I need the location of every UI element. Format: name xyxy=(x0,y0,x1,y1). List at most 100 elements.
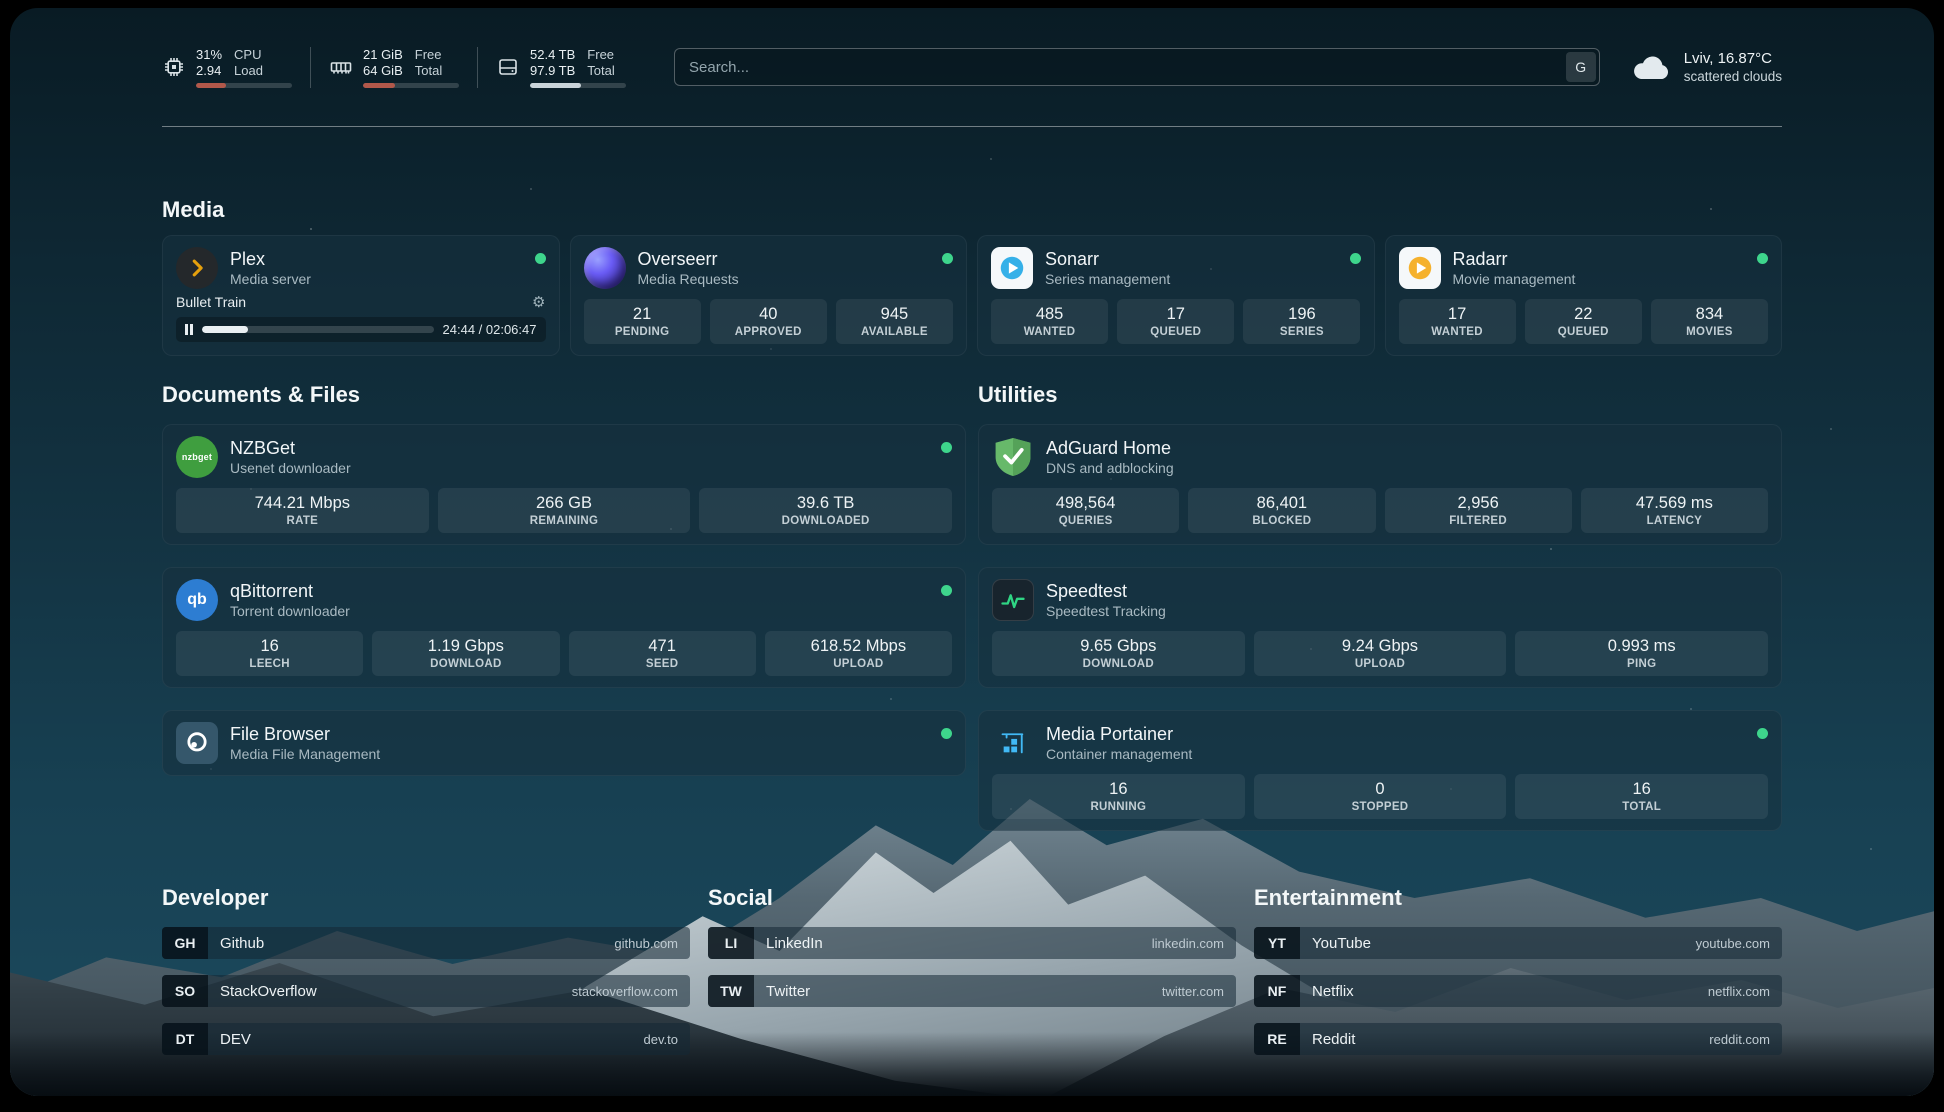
bookmark-domain: linkedin.com xyxy=(1152,936,1236,951)
status-dot-online xyxy=(941,442,952,453)
stat-approved: 40 APPROVED xyxy=(710,299,827,344)
adguard-card[interactable]: AdGuard Home DNS and adblocking 498,564 … xyxy=(978,424,1782,545)
service-subtitle: Movie management xyxy=(1453,270,1576,288)
portainer-icon xyxy=(992,722,1034,764)
search-provider-button[interactable]: G xyxy=(1566,52,1596,82)
bookmark-youtube[interactable]: YT YouTube youtube.com xyxy=(1254,927,1782,959)
nzbget-card[interactable]: nzbget NZBGet Usenet downloader 744.21 M… xyxy=(162,424,966,545)
status-dot-online xyxy=(941,728,952,739)
stat-total: 16 TOTAL xyxy=(1515,774,1768,819)
radarr-card[interactable]: Radarr Movie management 17 WANTED 22 QUE… xyxy=(1385,235,1783,356)
bookmark-netflix[interactable]: NF Netflix netflix.com xyxy=(1254,975,1782,1007)
section-title-entertainment: Entertainment xyxy=(1254,885,1782,911)
bookmark-linkedin[interactable]: LI LinkedIn linkedin.com xyxy=(708,927,1236,959)
service-name: File Browser xyxy=(230,723,380,745)
stat-stopped: 0 STOPPED xyxy=(1254,774,1507,819)
stat-value: 16 xyxy=(1109,780,1127,799)
service-name: Media Portainer xyxy=(1046,723,1192,745)
service-name: qBittorrent xyxy=(230,580,350,602)
plex-card[interactable]: Plex Media server Bullet Train ⚙ 24:44 /… xyxy=(162,235,560,356)
disk-total: 97.9 TB xyxy=(530,63,575,79)
bookmark-abbr: LI xyxy=(708,927,754,959)
gear-icon[interactable]: ⚙ xyxy=(532,295,545,310)
bookmark-stackoverflow[interactable]: SO StackOverflow stackoverflow.com xyxy=(162,975,690,1007)
bookmarks-entertainment: Entertainment YT YouTube youtube.com NF … xyxy=(1254,885,1782,1055)
stat-value: 86,401 xyxy=(1257,494,1307,513)
top-bar: 31% 2.94 CPU Load xyxy=(162,8,1782,126)
header-divider xyxy=(162,126,1782,127)
nzbget-icon: nzbget xyxy=(176,436,218,478)
section-title-social: Social xyxy=(708,885,1236,911)
stat-rate: 744.21 Mbps RATE xyxy=(176,488,429,533)
bookmark-dev[interactable]: DT DEV dev.to xyxy=(162,1023,690,1055)
bookmark-abbr: YT xyxy=(1254,927,1300,959)
bookmark-domain: youtube.com xyxy=(1696,936,1782,951)
filebrowser-card[interactable]: File Browser Media File Management xyxy=(162,710,966,776)
stat-leech: 16 LEECH xyxy=(176,631,363,676)
bookmark-twitter[interactable]: TW Twitter twitter.com xyxy=(708,975,1236,1007)
stat-queued: 22 QUEUED xyxy=(1525,299,1642,344)
stat-value: 0.993 ms xyxy=(1608,637,1676,656)
search-bar: G xyxy=(674,48,1600,86)
stat-value: 618.52 Mbps xyxy=(811,637,906,656)
stat-label: SERIES xyxy=(1280,326,1324,338)
stat-value: 21 xyxy=(633,305,651,324)
speedtest-card[interactable]: Speedtest Speedtest Tracking 9.65 Gbps D… xyxy=(978,567,1782,688)
stat-label: RUNNING xyxy=(1090,801,1146,813)
bookmark-name: DEV xyxy=(208,1031,251,1048)
search-input[interactable] xyxy=(674,48,1600,86)
cpu-usage-bar xyxy=(196,83,292,88)
stat-queries: 498,564 QUERIES xyxy=(992,488,1179,533)
cloud-icon xyxy=(1630,51,1672,83)
dashboard-screen: 31% 2.94 CPU Load xyxy=(10,8,1934,1096)
utilities-column: Utilities AdGu xyxy=(978,356,1782,831)
bookmark-abbr: TW xyxy=(708,975,754,1007)
bookmarks-developer: Developer GH Github github.com SO StackO… xyxy=(162,885,690,1055)
stat-download: 9.65 Gbps DOWNLOAD xyxy=(992,631,1245,676)
service-name: AdGuard Home xyxy=(1046,437,1174,459)
stat-running: 16 RUNNING xyxy=(992,774,1245,819)
stat-label: MOVIES xyxy=(1686,326,1733,338)
speedtest-icon xyxy=(992,579,1034,621)
qbittorrent-card[interactable]: qb qBittorrent Torrent downloader 16 LEE… xyxy=(162,567,966,688)
bookmark-github[interactable]: GH Github github.com xyxy=(162,927,690,959)
memory-free: 21 GiB xyxy=(363,47,403,63)
stat-value: 16 xyxy=(1632,780,1650,799)
portainer-card[interactable]: Media Portainer Container management 16 … xyxy=(978,710,1782,831)
stat-label: AVAILABLE xyxy=(861,326,928,338)
memory-usage-widget: 21 GiB 64 GiB Free Total xyxy=(310,47,477,88)
playback-progress[interactable] xyxy=(202,326,434,333)
stat-value: 266 GB xyxy=(536,494,592,513)
sonarr-card[interactable]: Sonarr Series management 485 WANTED 17 Q… xyxy=(977,235,1375,356)
status-dot-online xyxy=(1350,253,1361,264)
qbittorrent-icon: qb xyxy=(176,579,218,621)
stat-value: 9.24 Gbps xyxy=(1342,637,1418,656)
bookmark-reddit[interactable]: RE Reddit reddit.com xyxy=(1254,1023,1782,1055)
stat-label: QUEUED xyxy=(1150,326,1201,338)
service-name: Sonarr xyxy=(1045,248,1170,270)
stat-label: WANTED xyxy=(1431,326,1483,338)
disk-free: 52.4 TB xyxy=(530,47,575,63)
status-dot-online xyxy=(1757,728,1768,739)
bookmark-name: LinkedIn xyxy=(754,935,823,952)
stat-value: 2,956 xyxy=(1457,494,1498,513)
overseerr-card[interactable]: Overseerr Media Requests 21 PENDING 40 A… xyxy=(570,235,968,356)
service-subtitle: Container management xyxy=(1046,745,1192,763)
bookmark-domain: twitter.com xyxy=(1162,984,1236,999)
stat-value: 47.569 ms xyxy=(1636,494,1713,513)
stat-latency: 47.569 ms LATENCY xyxy=(1581,488,1768,533)
bookmark-name: Netflix xyxy=(1300,983,1354,1000)
bookmark-abbr: RE xyxy=(1254,1023,1300,1055)
status-dot-online xyxy=(941,585,952,596)
stat-label: QUERIES xyxy=(1059,515,1113,527)
stat-label: PENDING xyxy=(615,326,670,338)
pause-button[interactable] xyxy=(185,324,193,335)
stat-label: STOPPED xyxy=(1352,801,1409,813)
stat-movies: 834 MOVIES xyxy=(1651,299,1768,344)
memory-label-bottom: Total xyxy=(415,63,442,79)
bookmark-domain: netflix.com xyxy=(1708,984,1782,999)
stat-label: BLOCKED xyxy=(1252,515,1311,527)
bookmark-abbr: NF xyxy=(1254,975,1300,1007)
stat-value: 945 xyxy=(881,305,909,324)
stat-download: 1.19 Gbps DOWNLOAD xyxy=(372,631,559,676)
